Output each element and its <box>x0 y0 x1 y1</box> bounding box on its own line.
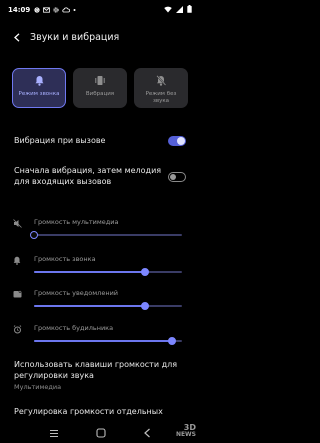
page-header: Звуки и вибрация <box>0 27 119 47</box>
bell-icon <box>35 75 44 86</box>
watermark-line2: NEWS <box>175 431 196 438</box>
notification-volume-track[interactable] <box>34 302 182 310</box>
notification-volume-label: Громкость уведомлений <box>34 289 119 297</box>
ring-volume-label: Громкость звонка <box>34 255 96 263</box>
vibrate-on-call-row[interactable]: Вибрация при вызове <box>14 136 186 147</box>
home-icon[interactable] <box>95 423 106 442</box>
wifi-icon <box>164 6 172 15</box>
signal-icon <box>176 5 183 15</box>
mode-vibrate-label: Вибрация <box>85 91 115 97</box>
toggle-knob <box>170 173 176 180</box>
media-volume-slider: Громкость мультимедиа <box>12 218 186 244</box>
vibrate-then-ring-toggle[interactable] <box>168 171 186 182</box>
volume-keys-title: Использовать клавиши громкости для регул… <box>14 360 178 380</box>
page-title: Звуки и вибрация <box>30 31 120 43</box>
watermark-logo: 3D NEWS <box>176 424 196 438</box>
ring-volume-fill <box>34 271 145 273</box>
sound-mode-selector: Режим звонка Вибрация Режим без звука <box>12 68 188 108</box>
alarm-volume-fill <box>34 340 172 342</box>
media-volume-label: Громкость мультимедиа <box>34 218 119 226</box>
separate-volume-setting[interactable]: Регулировка громкости отдельных <box>14 407 186 418</box>
notification-icon <box>12 289 22 299</box>
notification-volume-slider: Громкость уведомлений <box>12 289 186 315</box>
ring-volume-thumb[interactable] <box>141 268 149 276</box>
mode-silent-button[interactable]: Режим без звука <box>134 68 188 108</box>
mode-ring-label: Режим звонка <box>18 90 60 97</box>
ring-volume-slider: Громкость звонка <box>12 255 186 281</box>
media-volume-track[interactable] <box>30 231 182 239</box>
gear-icon <box>53 7 59 13</box>
battery-icon <box>187 5 192 15</box>
alarm-volume-thumb[interactable] <box>167 337 176 345</box>
vibrate-then-ring-row[interactable]: Сначала вибрация, затем мелодия для вход… <box>14 166 186 187</box>
volume-keys-subtitle: Мультимедиа <box>14 383 62 391</box>
volume-keys-setting[interactable]: Использовать клавиши громкости для регул… <box>14 360 186 391</box>
back-icon[interactable] <box>143 423 152 442</box>
status-bar: 14:09 G <box>0 0 200 20</box>
mail-icon <box>43 7 51 13</box>
dot-icon <box>73 7 76 13</box>
bell-icon <box>12 255 22 265</box>
alarm-volume-slider: Громкость будильника <box>12 324 186 350</box>
vibrate-icon <box>94 75 106 86</box>
navigation-bar <box>0 421 200 443</box>
mode-ring-button[interactable]: Режим звонка <box>12 68 66 108</box>
media-volume-thumb[interactable] <box>30 231 38 239</box>
alarm-volume-track[interactable] <box>34 337 182 345</box>
notification-g-icon: G <box>34 7 40 13</box>
vibrate-then-ring-label: Сначала вибрация, затем мелодия для вход… <box>14 166 162 186</box>
notification-volume-thumb[interactable] <box>141 302 149 310</box>
alarm-volume-label: Громкость будильника <box>34 324 114 332</box>
mode-vibrate-button[interactable]: Вибрация <box>73 68 127 108</box>
alarm-icon <box>12 324 22 334</box>
status-time: 14:09 <box>8 6 31 14</box>
vibrate-on-call-toggle[interactable] <box>168 136 186 147</box>
svg-text:G: G <box>36 8 39 13</box>
back-button[interactable] <box>6 27 28 47</box>
toggle-knob <box>177 137 185 146</box>
bell-off-icon <box>156 75 166 86</box>
cloud-icon <box>62 7 71 13</box>
menu-icon[interactable] <box>49 423 59 442</box>
mode-silent-label: Режим без звука <box>145 91 177 104</box>
vibrate-on-call-label: Вибрация при вызове <box>14 136 106 145</box>
notification-volume-fill <box>34 305 145 307</box>
ring-volume-track[interactable] <box>34 268 182 276</box>
speaker-muted-icon <box>12 218 22 228</box>
arrow-left-icon <box>14 32 20 42</box>
separate-volume-title: Регулировка громкости отдельных <box>14 407 163 416</box>
